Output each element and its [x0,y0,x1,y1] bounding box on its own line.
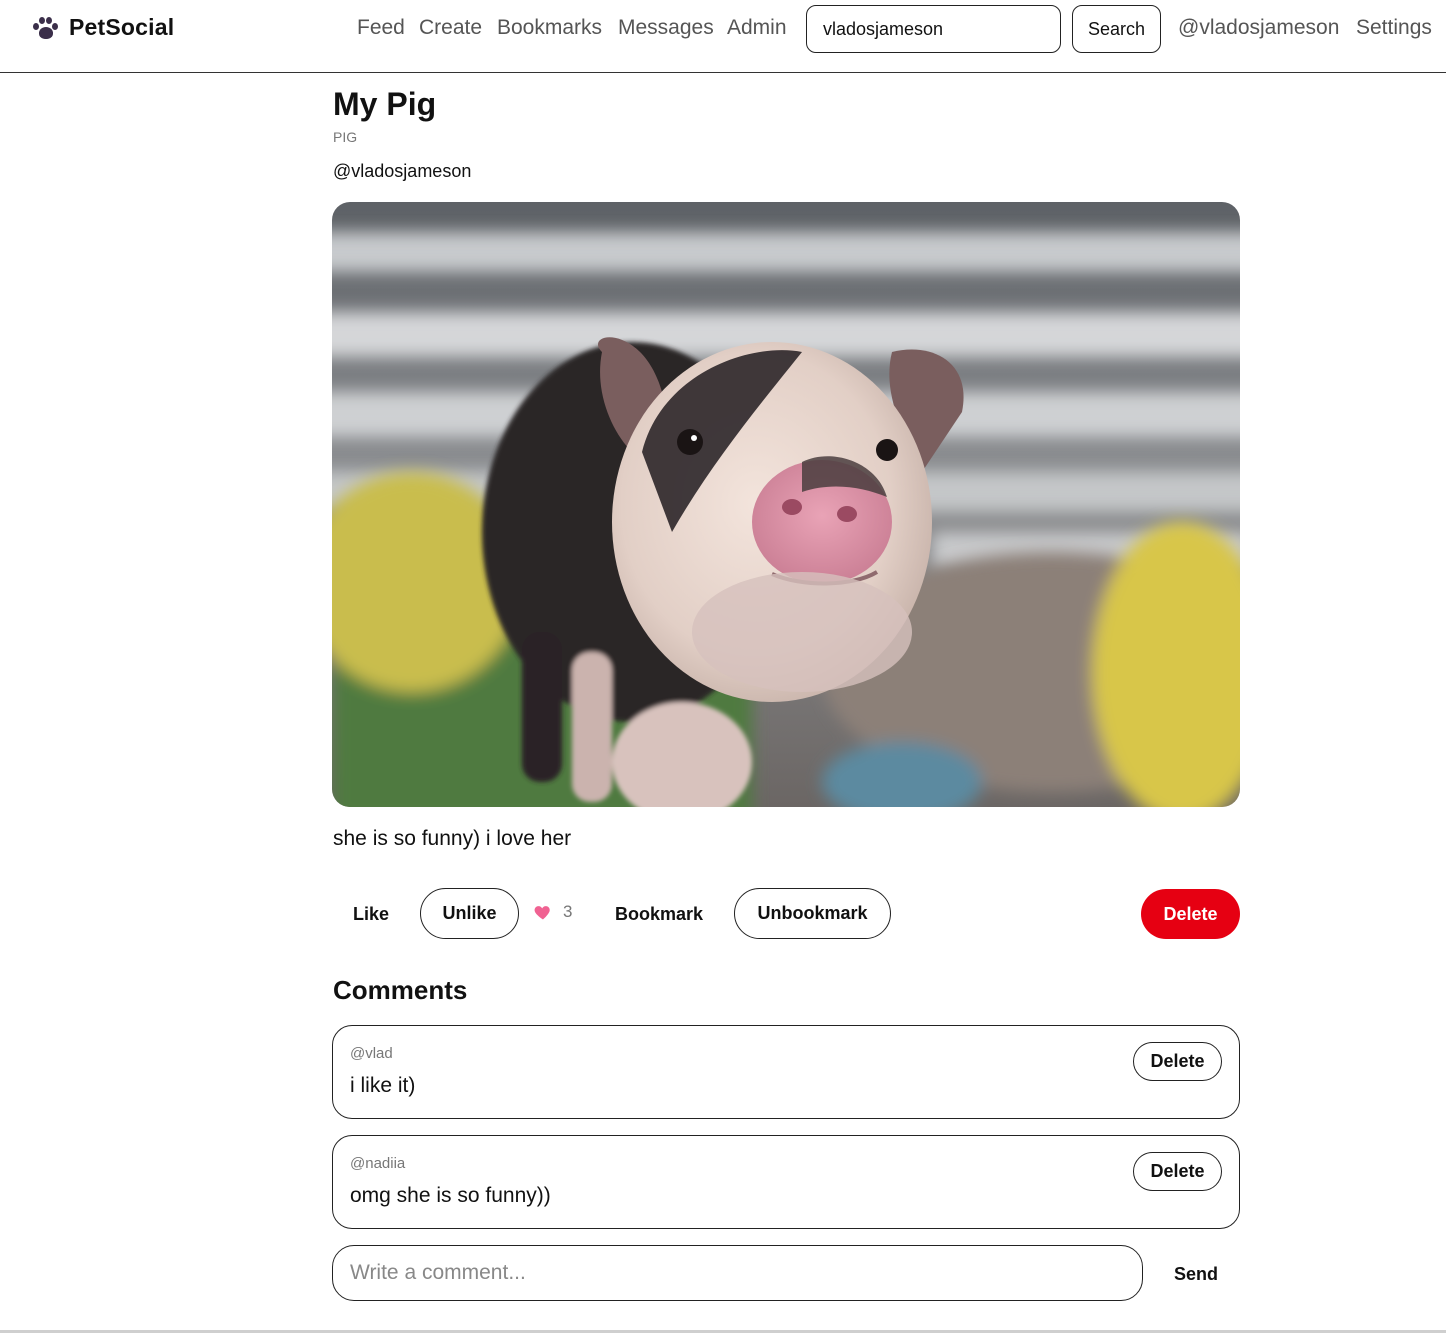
unbookmark-button[interactable]: Unbookmark [734,888,891,939]
paw-icon [33,15,59,41]
heart-icon [533,902,553,922]
comment-item: @nadiia omg she is so funny)) Delete [332,1135,1240,1229]
like-button[interactable]: Like [343,896,399,932]
post-author-link[interactable]: @vladosjameson [333,161,471,182]
delete-comment-button[interactable]: Delete [1133,1152,1222,1191]
nav-create[interactable]: Create [419,16,482,40]
post-title: My Pig [333,86,437,122]
brand-name: PetSocial [69,14,175,40]
top-navbar: PetSocial Feed Create Bookmarks Messages… [0,0,1446,73]
send-comment-button[interactable]: Send [1163,1256,1229,1292]
comments-heading: Comments [333,975,468,1005]
comment-text: omg she is so funny)) [350,1184,551,1207]
comment-author[interactable]: @nadiia [350,1155,405,1172]
pet-type-label: PIG [333,129,358,145]
nav-settings[interactable]: Settings [1356,16,1432,40]
search-input[interactable] [806,5,1061,53]
comment-input[interactable] [332,1245,1143,1301]
unlike-button[interactable]: Unlike [420,888,519,939]
nav-profile[interactable]: @vladosjameson [1178,16,1339,40]
nav-feed[interactable]: Feed [357,16,405,40]
post-photo [332,202,1240,807]
delete-comment-button[interactable]: Delete [1133,1042,1222,1081]
nav-messages[interactable]: Messages [618,16,714,40]
comment-item: @vlad i like it) Delete [332,1025,1240,1119]
likes-counter: 3 [533,902,572,922]
post-caption: she is so funny) i love her [333,827,572,850]
bookmark-button[interactable]: Bookmark [604,896,714,932]
delete-post-button[interactable]: Delete [1141,889,1240,939]
nav-admin[interactable]: Admin [727,16,787,40]
comment-text: i like it) [350,1074,416,1097]
search-button[interactable]: Search [1072,5,1161,53]
nav-bookmarks[interactable]: Bookmarks [497,16,602,40]
comment-author[interactable]: @vlad [350,1045,393,1062]
likes-count: 3 [563,902,573,921]
brand[interactable]: PetSocial [33,14,174,41]
